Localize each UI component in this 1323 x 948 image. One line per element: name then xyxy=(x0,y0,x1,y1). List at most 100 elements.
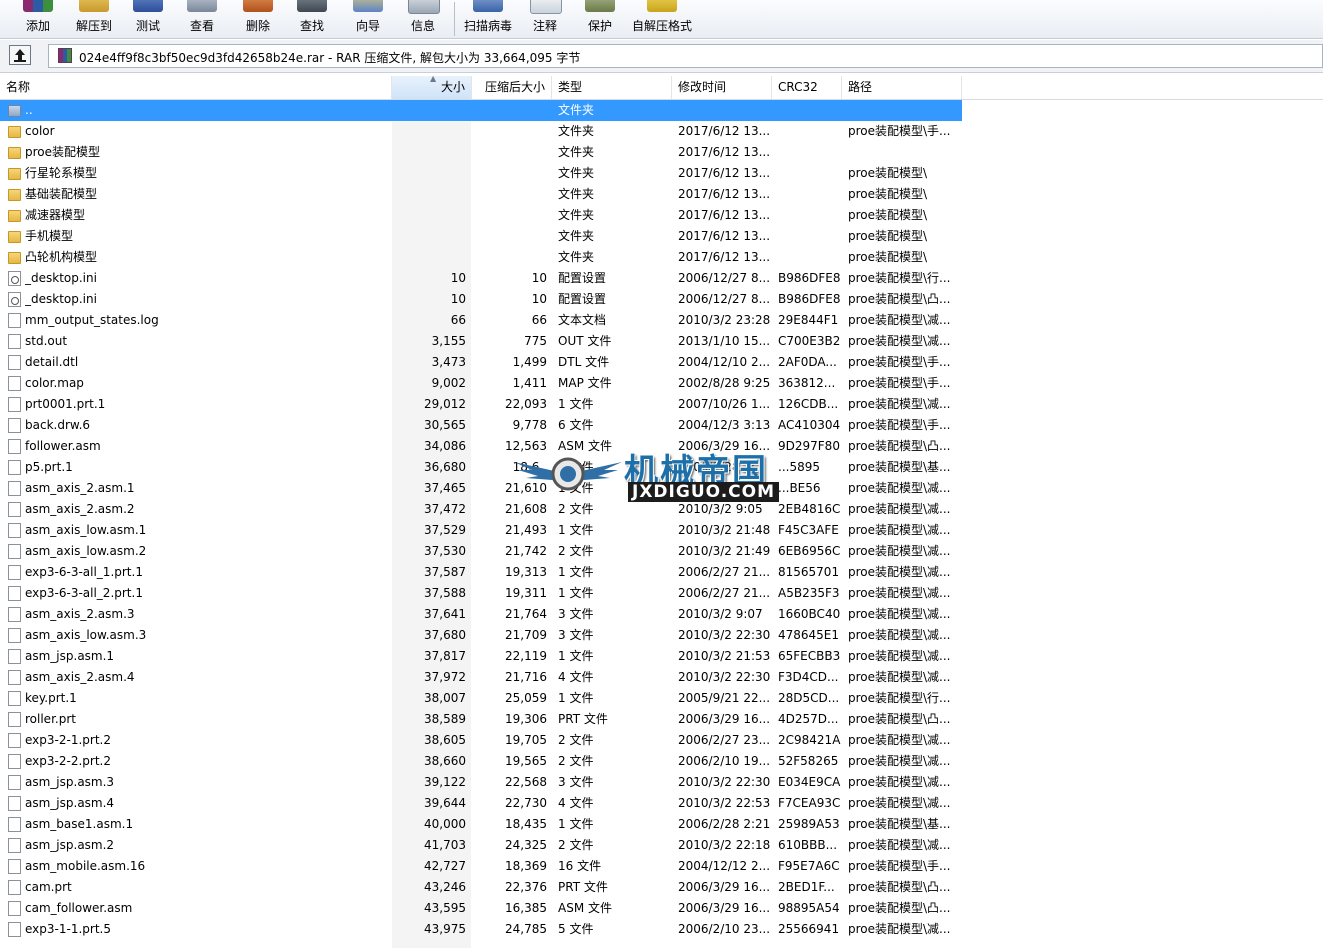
list-item[interactable]: roller.prt 38,589 19,306 PRT 文件 2006/3/29 16… xyxy=(0,709,962,730)
list-item[interactable]: exp3-1-1.prt.5 43,975 24,785 5 文件 2006/2/10 … xyxy=(0,919,962,940)
file-icon xyxy=(8,376,21,391)
file-name: back.drw.6 xyxy=(25,418,91,432)
file-icon xyxy=(8,460,21,475)
file-path: proe装配模型\手... xyxy=(848,418,951,432)
info-button[interactable]: 信息 xyxy=(403,0,443,38)
file-size: 66 xyxy=(450,313,466,327)
file-name: exp3-6-3-all_1.prt.1 xyxy=(25,565,143,579)
list-item[interactable]: cam.prt 43,246 22,376 PRT 文件 2006/3/29 16...… xyxy=(0,877,962,898)
crc32: F7CEA93C xyxy=(778,796,841,810)
file-path: proe装配模型\ xyxy=(848,208,928,222)
add-button[interactable]: 添加 xyxy=(18,0,58,38)
column-type[interactable]: 类型 xyxy=(552,76,672,99)
column-crc[interactable]: CRC32 xyxy=(772,76,842,99)
list-item[interactable]: exp3-6-3-all_2.prt.1 37,588 19,311 1 文件 2006… xyxy=(0,583,962,604)
list-item[interactable]: 减速器模型 文件夹 2017/6/12 13... proe装配模型\ xyxy=(0,205,962,226)
wizard-button[interactable]: 向导 xyxy=(348,0,388,38)
find-button[interactable]: 查找 xyxy=(292,0,332,38)
column-modified[interactable]: 修改时间 xyxy=(672,76,772,99)
packed-size: 22,568 xyxy=(505,775,547,789)
up-folder-button[interactable] xyxy=(9,45,31,65)
packed-size: 22,730 xyxy=(505,796,547,810)
file-size: 34,086 xyxy=(424,439,466,453)
list-item[interactable]: asm_axis_2.asm.2 37,472 21,608 2 文件 2010/3/2… xyxy=(0,499,962,520)
column-name[interactable]: 名称 xyxy=(0,76,392,99)
modified-time: 2006/3/29 16... xyxy=(678,712,770,726)
packed-size: 66 xyxy=(531,313,547,327)
list-item[interactable]: asm_axis_low.asm.1 37,529 21,493 1 文件 2010/3… xyxy=(0,520,962,541)
file-type: 1 文件 xyxy=(558,397,594,411)
file-icon xyxy=(8,712,21,727)
list-item[interactable]: _desktop.ini 10 10 配置设置 2006/12/27 8... B986D… xyxy=(0,289,962,310)
modified-time: 2006/2/10 19... xyxy=(678,754,770,768)
list-item[interactable]: asm_mobile.asm.16 42,727 18,369 16 文件 2004/1… xyxy=(0,856,962,877)
column-path[interactable]: 路径 xyxy=(842,76,962,99)
file-path: proe装配模型\减... xyxy=(848,607,951,621)
modified-time: 2006/2/27 21... xyxy=(678,565,770,579)
sfx-button[interactable]: 自解压格式 xyxy=(630,0,694,38)
list-item[interactable]: follower.asm 34,086 12,563 ASM 文件 2006/3/29 … xyxy=(0,436,962,457)
list-item[interactable]: asm_jsp.asm.2 41,703 24,325 2 文件 2010/3/2 22… xyxy=(0,835,962,856)
list-item[interactable]: key.prt.1 38,007 25,059 1 文件 2005/9/21 22...… xyxy=(0,688,962,709)
address-field[interactable]: 024e4ff9f8c3bf50ec9d3fd42658b24e.rar - R… xyxy=(48,44,1323,68)
list-item[interactable]: asm_axis_2.asm.3 37,641 21,764 3 文件 2010/3/2… xyxy=(0,604,962,625)
list-item[interactable]: p5.prt.136,68018,6..1 文件2006/2/28 2:....… xyxy=(0,457,962,478)
file-type: 1 文件 xyxy=(558,565,594,579)
list-item[interactable]: exp3-2-2.prt.2 38,660 19,565 2 文件 2006/2/10 … xyxy=(0,751,962,772)
column-packed[interactable]: 压缩后大小 xyxy=(472,76,552,99)
modified-time: 2006/2/10 23... xyxy=(678,922,770,936)
scan-virus-button[interactable]: 扫描病毒 xyxy=(460,0,516,38)
file-path: proe装配模型\减... xyxy=(848,397,951,411)
list-item[interactable]: asm_jsp.asm.4 39,644 22,730 4 文件 2010/3/2 22… xyxy=(0,793,962,814)
packed-size xyxy=(472,121,547,142)
crc32 xyxy=(778,100,842,121)
list-item[interactable]: asm_axis_low.asm.3 37,680 21,709 3 文件 2010/3… xyxy=(0,625,962,646)
extract-to-button[interactable]: 解压到 xyxy=(70,0,118,38)
list-item[interactable]: _desktop.ini 10 10 配置设置 2006/12/27 8... B986D… xyxy=(0,268,962,289)
list-item[interactable]: asm_axis_2.asm.137,46521,6101 文件2010/3/2… xyxy=(0,478,962,499)
file-size xyxy=(392,247,466,268)
file-type: 5 文件 xyxy=(558,922,594,936)
list-item[interactable]: proe装配模型 文件夹 2017/6/12 13... xyxy=(0,142,962,163)
file-icon xyxy=(8,607,21,622)
list-item[interactable]: asm_axis_2.asm.4 37,972 21,716 4 文件 2010/3/2… xyxy=(0,667,962,688)
test-button[interactable]: 测试 xyxy=(128,0,168,38)
list-item[interactable]: color 文件夹 2017/6/12 13... proe装配模型\手... xyxy=(0,121,962,142)
list-item[interactable]: detail.dtl 3,473 1,499 DTL 文件 2004/12/10 2..… xyxy=(0,352,962,373)
wings-logo-icon xyxy=(514,457,622,491)
list-item[interactable]: exp3-6-3-all_1.prt.1 37,587 19,313 1 文件 2006… xyxy=(0,562,962,583)
list-item[interactable]: asm_axis_low.asm.2 37,530 21,742 2 文件 2010/3… xyxy=(0,541,962,562)
list-item[interactable]: color.map 9,002 1,411 MAP 文件 2002/8/28 9:25 3… xyxy=(0,373,962,394)
list-item-parent-dir[interactable]: .. 文件夹 xyxy=(0,100,962,121)
list-item[interactable]: 手机模型 文件夹 2017/6/12 13... proe装配模型\ xyxy=(0,226,962,247)
delete-button[interactable]: 删除 xyxy=(238,0,278,38)
list-item[interactable]: std.out 3,155 775 OUT 文件 2013/1/10 15... C700… xyxy=(0,331,962,352)
list-item[interactable]: exp3-2-1.prt.2 38,605 19,705 2 文件 2006/2/27 … xyxy=(0,730,962,751)
protect-label: 保护 xyxy=(587,19,612,33)
comment-button[interactable]: 注释 xyxy=(525,0,565,38)
list-item[interactable]: asm_jsp.asm.3 39,122 22,568 3 文件 2010/3/2 22… xyxy=(0,772,962,793)
crc32: E034E9CA xyxy=(778,775,841,789)
list-item[interactable]: 凸轮机构模型 文件夹 2017/6/12 13... proe装配模型\ xyxy=(0,247,962,268)
file-path: proe装配模型\ xyxy=(848,187,928,201)
file-name: proe装配模型 xyxy=(25,145,101,159)
list-item[interactable]: asm_base1.asm.1 40,000 18,435 1 文件 2006/2/28… xyxy=(0,814,962,835)
file-path: proe装配模型\ xyxy=(848,250,928,264)
list-item[interactable]: asm_jsp.asm.1 37,817 22,119 1 文件 2010/3/2 21… xyxy=(0,646,962,667)
list-item[interactable]: 行星轮系模型 文件夹 2017/6/12 13... proe装配模型\ xyxy=(0,163,962,184)
list-item[interactable]: back.drw.6 30,565 9,778 6 文件 2004/12/3 3:13 A… xyxy=(0,415,962,436)
protect-button[interactable]: 保护 xyxy=(580,0,620,38)
crc32: 29E844F1 xyxy=(778,313,839,327)
file-type: 2 文件 xyxy=(558,838,594,852)
list-item[interactable]: 基础装配模型 文件夹 2017/6/12 13... proe装配模型\ xyxy=(0,184,962,205)
view-button[interactable]: 查看 xyxy=(182,0,222,38)
list-item[interactable]: cam_follower.asm 43,595 16,385 ASM 文件 2006/3… xyxy=(0,898,962,919)
file-icon xyxy=(8,922,21,937)
crc32: C700E3B2 xyxy=(778,334,841,348)
crc32: 25566941 xyxy=(778,922,840,936)
column-header: 名称 大小 ▲ 压缩后大小 类型 修改时间 CRC32 路径 xyxy=(0,74,1323,100)
list-item[interactable]: prt0001.prt.1 29,012 22,093 1 文件 2007/10/26 … xyxy=(0,394,962,415)
file-size: 37,587 xyxy=(424,565,466,579)
list-item[interactable]: mm_output_states.log 66 66 文本文档 2010/3/2 23:… xyxy=(0,310,962,331)
file-type: 文件夹 xyxy=(558,103,595,117)
